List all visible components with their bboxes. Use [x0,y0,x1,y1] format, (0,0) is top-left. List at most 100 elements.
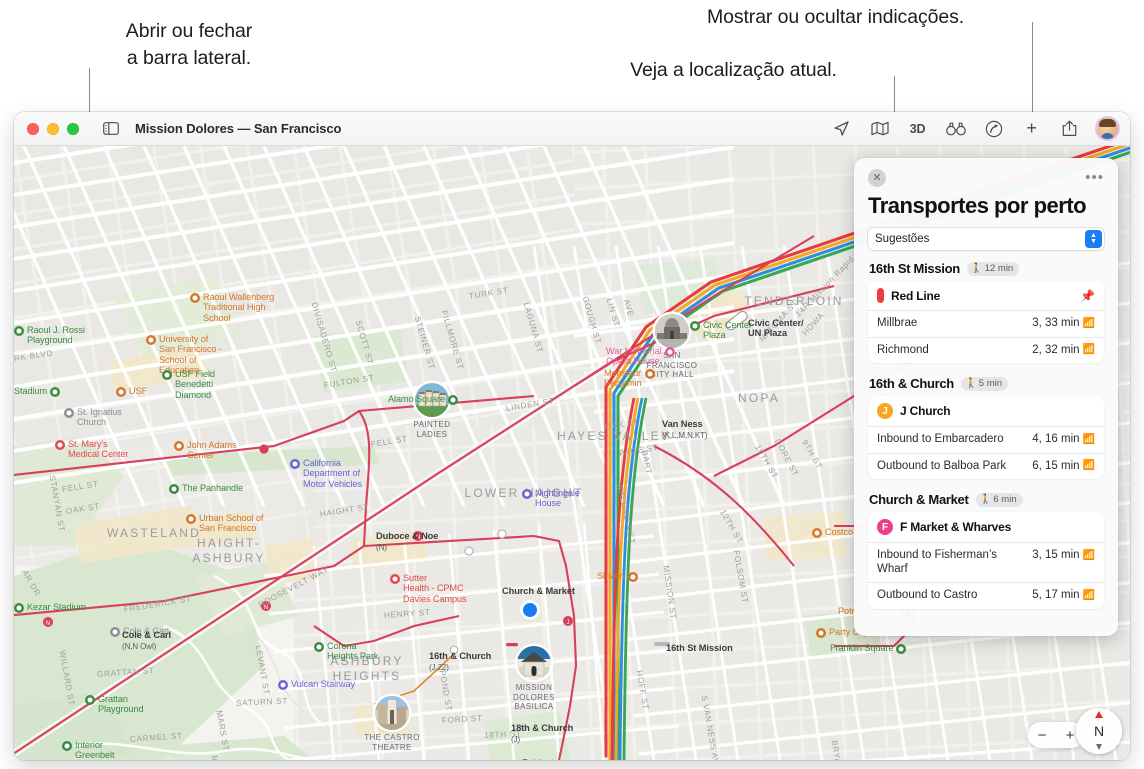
compass-control[interactable]: N [1076,708,1122,754]
map-poi[interactable]: Stadium [14,386,61,397]
map-poi[interactable]: California Department of Motor Vehicles [290,458,362,489]
departure-destination: Inbound to Fisherman’s Wharf [877,549,997,575]
map-poi[interactable]: St. Mary's Medical Center [55,439,128,460]
poi-label: Urban School of San Francisco [199,512,264,534]
add-button[interactable]: + [1021,118,1042,139]
maximize-window-button[interactable] [67,122,79,135]
sidebar-toggle-button[interactable] [101,119,121,139]
map-poi[interactable]: The Panhandle [169,483,243,494]
street-label: 12TH ST [718,508,745,546]
map-poi[interactable]: Urban School of San Francisco [186,513,263,534]
minimize-window-button[interactable] [47,122,59,135]
street-label: FELL ST [61,479,100,494]
map-poi[interactable]: Franklin Square [830,643,907,654]
departure-times: 3, 15 min 📶 [1032,549,1095,561]
street-label: RK BLVD [14,348,54,363]
poi-label: Sutter Health - CPMC Davies Campus [403,572,467,604]
map-poi[interactable]: Raoul J. Rossi Playground [14,325,85,346]
page-title: Mission Dolores — San Francisco [135,121,342,136]
map-poi[interactable]: Kezar Stadium [14,602,86,613]
map-poi[interactable]: Corona Heights Park [314,640,379,662]
map-poi[interactable]: Monsieur Benjamin [604,368,655,389]
map-poi[interactable]: Cole & Carl [110,626,169,637]
poi-label: California Department of Motor Vehicles [303,457,362,489]
transit-route-row[interactable]: F F Market & Wharves [868,512,1104,543]
map-poi[interactable]: St. Ignatius Church [64,407,122,428]
look-around-icon[interactable] [945,118,966,139]
map-poi[interactable]: Interior Greenbelt [62,740,115,760]
3d-toggle-button[interactable]: 3D [907,118,928,139]
poi-marker-icon [278,679,288,690]
pin-icon[interactable]: 📌 [1080,289,1095,303]
map-view[interactable]: N N N J PAINTED LADIES SAN FRANCISCO CIT… [14,146,1130,760]
map-poi[interactable]: USF Field Benedetti Diamond [162,369,215,400]
transit-stop-label[interactable]: Civic Center/ UN Plaza [748,318,804,338]
suggestions-select[interactable]: Sugestões ▲ ▼ [868,228,1104,250]
departure-row[interactable]: Richmond 2, 32 min 📶 [868,338,1104,364]
departure-row[interactable]: Inbound to Fisherman’s Wharf 3, 15 min 📶 [868,543,1104,583]
map-poi[interactable]: University of San Francisco - School of … [146,334,222,376]
neighborhood-label: HAYES VALLEY [557,429,671,443]
transit-route-name: Red Line [891,288,941,303]
map-poi[interactable]: USF [116,386,147,397]
map-poi[interactable]: John Adams Center [174,440,237,461]
map-poi[interactable]: Vulcan Stairway [278,679,355,690]
transit-stop-label[interactable]: 16th St Mission [666,643,733,653]
panel-title: Transportes por perto [868,193,1087,218]
street-label: OAK ST [604,417,640,432]
street-label: CARMEL ST [129,731,184,744]
transit-stop-header: 16th & Church 🚶 5 min [869,376,1104,391]
poi-label: Corona Heights Park [327,640,379,662]
zoom-out-button[interactable]: − [1038,727,1047,744]
street-label: HOWA [800,310,827,338]
route-letter-icon: J [877,403,893,419]
transit-stop-label[interactable]: Van Ness (K,L,M,N,KT) [662,419,708,441]
close-panel-button[interactable]: ✕ [868,169,886,187]
walk-time-value: 6 min [993,494,1017,505]
departure-row[interactable]: Outbound to Balboa Park 6, 15 min 📶 [868,454,1104,480]
share-icon[interactable] [1059,118,1080,139]
poi-marker-icon [390,573,400,584]
map-poi[interactable]: Sutter Health - CPMC Davies Campus [390,573,467,604]
zoom-in-button[interactable]: + [1066,727,1075,744]
map-poi[interactable]: Civic Center Plaza [690,320,752,341]
walk-time-value: 5 min [978,378,1003,389]
walking-person-icon: 🚶 [979,494,992,505]
neighborhood-label: WASTELAND [106,526,202,540]
account-avatar[interactable] [1097,118,1118,139]
transit-stop-label[interactable]: Church & Market [502,586,575,596]
current-location-icon[interactable] [831,118,852,139]
poi-label: Raoul Wallenberg Traditional High School [203,291,275,323]
poi-marker-icon [896,643,907,654]
location-arrow-icon [834,121,849,136]
map-poi[interactable]: War Memorial Opera House [606,346,675,367]
transit-route-name: J Church [900,404,951,418]
map-poi[interactable]: Shizen [597,571,638,582]
departure-row[interactable]: Millbrae 3, 33 min 📶 [868,311,1104,338]
transit-stop-label[interactable]: 18th & Church (J) [511,723,573,745]
directions-icon[interactable] [983,118,1004,139]
transit-route-row[interactable]: J J Church [868,396,1104,427]
stepper-chevrons-icon[interactable]: ▲ ▼ [1085,230,1102,248]
map-poi[interactable]: Grattan Playground [85,694,144,715]
transit-stop-label[interactable]: Duboce & Noe (N) [376,531,438,553]
close-window-button[interactable] [27,122,39,135]
map-mode-icon[interactable] [869,118,890,139]
departure-time-value: 2, 32 min [1032,343,1080,356]
departure-row[interactable]: Inbound to Embarcadero 4, 16 min 📶 [868,427,1104,454]
transit-route-row[interactable]: Red Line 📌 [868,281,1104,311]
more-options-button[interactable]: ••• [1085,170,1104,185]
transit-stop-label[interactable]: 16th & Church (J,22) [429,651,491,673]
map-poi[interactable]: Raoul Wallenberg Traditional High School [190,292,274,323]
transit-stop-label[interactable]: Cole & Carl (N,N Owl) [122,630,171,652]
poi-label: St. Mary's Medical Center [68,438,129,460]
map-poi[interactable]: Alamo Square [388,394,459,405]
poi-label: Mission Dolores Park [533,758,585,761]
departure-row[interactable]: Outbound to Castro 5, 17 min 📶 [868,583,1104,609]
poi-label: John Adams Center [187,439,237,461]
map-poi[interactable]: Mission Dolores Park [520,758,585,760]
map-icon [870,121,889,136]
departure-time-value: 6, 15 min [1032,459,1080,472]
street-label: AVE [621,298,636,318]
map-poi[interactable]: Nightingale House [522,488,580,509]
